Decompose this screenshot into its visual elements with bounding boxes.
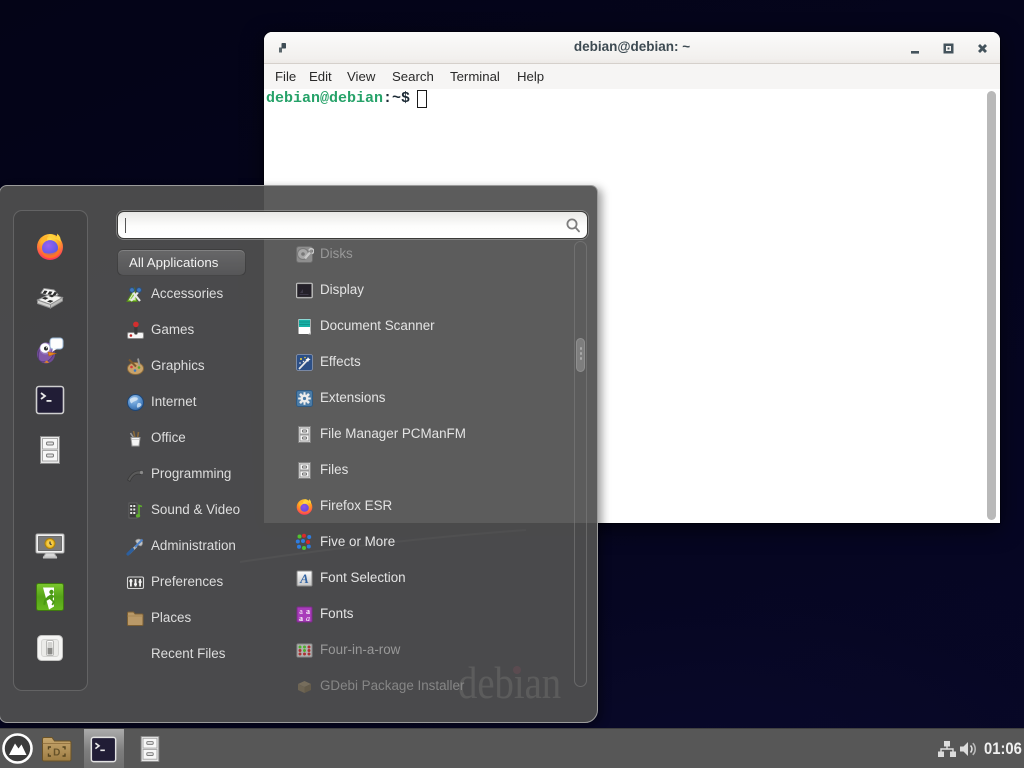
svg-text:D: D <box>53 748 60 759</box>
svg-text:a: a <box>306 614 310 623</box>
svg-text:A: A <box>299 571 309 586</box>
svg-text:a: a <box>299 614 303 623</box>
